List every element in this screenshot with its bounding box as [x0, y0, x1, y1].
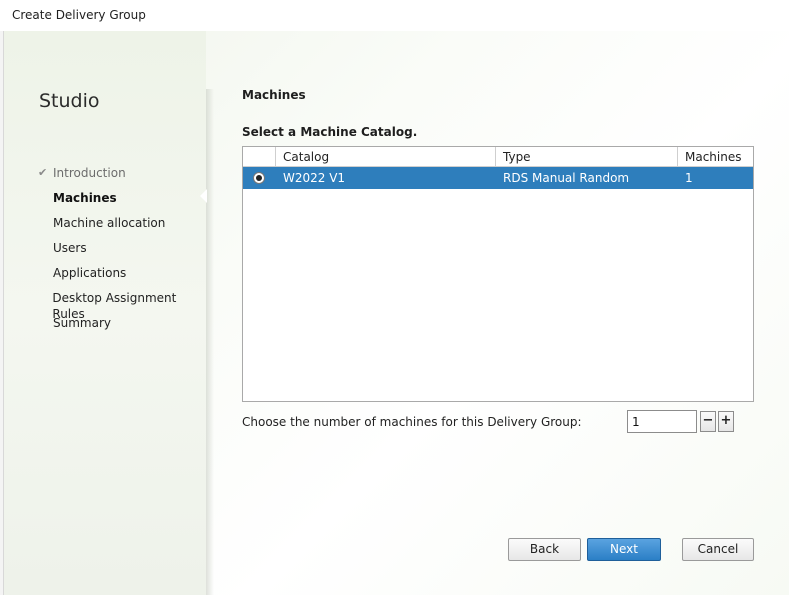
catalog-prompt: Select a Machine Catalog.	[242, 125, 418, 139]
step-label: Summary	[53, 316, 111, 330]
wizard-steps: ✔ Introduction Machines Machine allocati…	[38, 165, 206, 340]
step-label: Introduction	[53, 166, 126, 180]
window-title: Create Delivery Group	[12, 8, 146, 22]
back-button[interactable]: Back	[508, 538, 581, 561]
current-step-pointer	[200, 189, 207, 203]
sidebar-title: Studio	[39, 90, 100, 112]
page-title: Machines	[242, 88, 306, 102]
machine-count-input[interactable]	[627, 410, 697, 433]
step-introduction[interactable]: ✔ Introduction	[38, 165, 206, 190]
sidebar-divider	[206, 89, 214, 595]
column-header-select	[243, 147, 276, 166]
step-label: Machines	[53, 191, 117, 205]
table-header: Catalog Type Machines	[243, 147, 753, 167]
row-selector[interactable]	[243, 167, 276, 189]
step-desktop-assignment-rules: Desktop Assignment Rules	[38, 290, 206, 321]
increment-button[interactable]: +	[718, 411, 734, 432]
cancel-button[interactable]: Cancel	[682, 538, 754, 561]
radio-icon[interactable]	[253, 172, 265, 184]
step-applications: Applications	[38, 265, 206, 290]
column-header-machines[interactable]: Machines	[678, 147, 753, 166]
machine-count-label: Choose the number of machines for this D…	[242, 415, 582, 429]
decrement-button[interactable]: −	[700, 411, 716, 432]
dialog-body: Studio ✔ Introduction Machines Machine a…	[4, 31, 789, 595]
wizard-sidebar: Studio ✔ Introduction Machines Machine a…	[4, 31, 206, 595]
column-header-type[interactable]: Type	[496, 147, 678, 166]
step-machine-allocation: Machine allocation	[38, 215, 206, 240]
check-icon: ✔	[38, 166, 48, 179]
window-title-bar: Create Delivery Group	[0, 0, 789, 31]
next-button[interactable]: Next	[587, 538, 661, 561]
step-users: Users	[38, 240, 206, 265]
cell-catalog: W2022 V1	[283, 171, 346, 185]
column-header-catalog[interactable]: Catalog	[276, 147, 496, 166]
table-row[interactable]: W2022 V1 RDS Manual Random 1	[243, 167, 753, 189]
step-machines[interactable]: Machines	[38, 190, 206, 215]
cell-machines: 1	[685, 171, 693, 185]
step-label: Users	[53, 241, 87, 255]
step-label: Applications	[53, 266, 127, 280]
catalog-table: Catalog Type Machines W2022 V1 RDS Manua…	[242, 146, 754, 402]
step-label: Machine allocation	[53, 216, 166, 230]
cell-type: RDS Manual Random	[503, 171, 630, 185]
